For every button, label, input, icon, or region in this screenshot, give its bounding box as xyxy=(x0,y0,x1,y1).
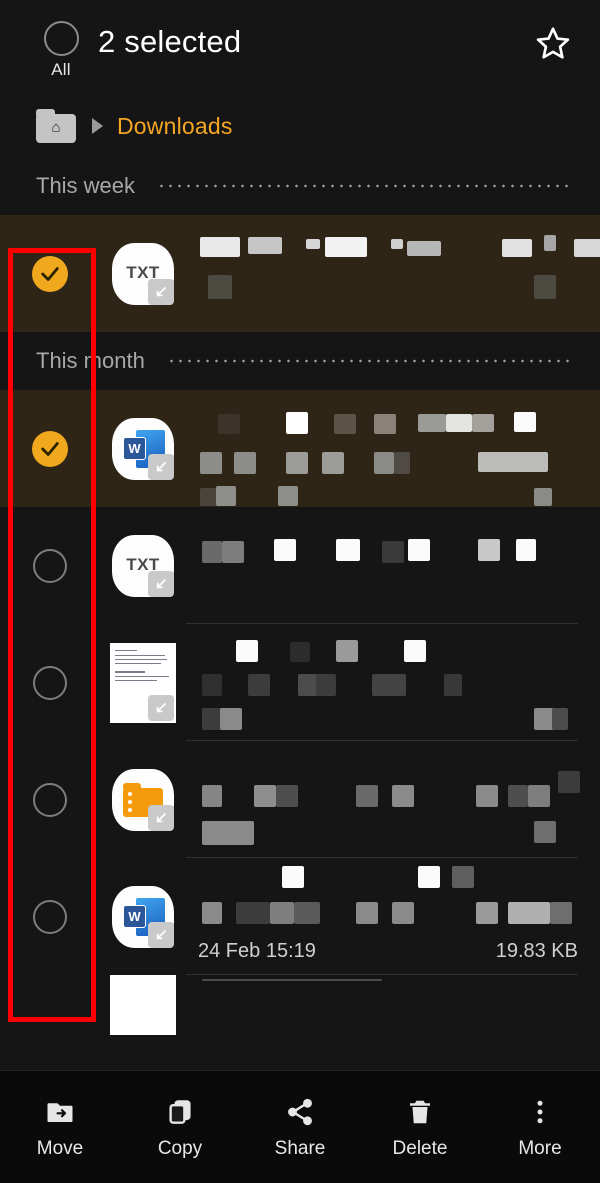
file-name-redacted xyxy=(186,975,600,1035)
delete-button[interactable]: Delete xyxy=(360,1095,480,1160)
file-type-icon xyxy=(100,642,186,723)
home-folder-icon[interactable]: ⌂ xyxy=(36,109,76,143)
trash-icon xyxy=(405,1095,435,1129)
circle-unchecked-icon[interactable] xyxy=(33,782,67,817)
file-name-redacted xyxy=(186,390,600,507)
file-type-icon: TXT xyxy=(100,242,186,305)
more-vertical-icon xyxy=(525,1095,555,1129)
file-date: 24 Feb 15:19 xyxy=(198,940,316,962)
word-document-icon: W xyxy=(112,885,174,948)
copy-button[interactable]: Copy xyxy=(120,1095,240,1160)
delete-label: Delete xyxy=(392,1137,448,1159)
share-button[interactable]: Share xyxy=(240,1095,360,1160)
expand-badge-icon xyxy=(148,694,174,721)
copy-icon xyxy=(165,1095,195,1129)
row-checkbox[interactable] xyxy=(0,899,100,934)
row-checkbox[interactable] xyxy=(0,255,100,292)
expand-badge-icon xyxy=(148,804,174,831)
file-manager-screen: All 2 selected ⌂ Downloads This week TXT… xyxy=(0,0,600,1183)
row-checkbox[interactable] xyxy=(0,665,100,700)
file-type-icon xyxy=(100,768,186,831)
circle-unchecked-icon[interactable] xyxy=(33,548,67,583)
file-size: 19.83 KB xyxy=(495,940,578,962)
list-item-partial[interactable] xyxy=(0,975,600,1035)
breadcrumb: ⌂ Downloads xyxy=(0,95,600,157)
txt-file-icon: TXT xyxy=(112,534,174,597)
action-toolbar: Move Copy Share Delete More xyxy=(0,1070,600,1183)
select-all-label: All xyxy=(51,60,71,79)
dotted-separator xyxy=(157,184,570,188)
move-to-folder-icon xyxy=(45,1095,75,1129)
star-outline-icon[interactable] xyxy=(534,24,572,62)
dotted-separator xyxy=(166,359,570,363)
list-item[interactable]: TXT xyxy=(0,507,600,624)
page-title: 2 selected xyxy=(98,24,242,59)
share-label: Share xyxy=(274,1137,326,1159)
move-label: Move xyxy=(36,1137,84,1159)
word-document-icon: W xyxy=(112,417,174,480)
circle-checked-icon[interactable] xyxy=(32,255,68,292)
file-name-redacted xyxy=(186,624,600,741)
row-checkbox[interactable] xyxy=(0,548,100,583)
section-label: This month xyxy=(36,348,145,373)
txt-file-icon: TXT xyxy=(112,242,174,305)
expand-badge-icon xyxy=(148,570,174,597)
list-item[interactable] xyxy=(0,741,600,858)
row-checkbox[interactable] xyxy=(0,430,100,467)
list-item[interactable]: W 24 Feb 15:19 19.83 KB xyxy=(0,858,600,975)
list-item[interactable]: TXT xyxy=(0,215,600,332)
document-thumbnail-icon xyxy=(110,975,176,1035)
more-label: More xyxy=(518,1137,562,1159)
section-label: This week xyxy=(36,173,136,198)
select-all-control[interactable]: All xyxy=(31,21,91,80)
word-letter: W xyxy=(123,436,146,460)
circle-checked-icon[interactable] xyxy=(32,430,68,467)
row-checkbox[interactable] xyxy=(0,782,100,817)
file-type-icon xyxy=(100,975,186,1035)
breadcrumb-current[interactable]: Downloads xyxy=(117,113,233,140)
list-item[interactable] xyxy=(0,624,600,741)
expand-badge-icon xyxy=(148,278,174,305)
more-button[interactable]: More xyxy=(480,1095,600,1160)
expand-badge-icon xyxy=(148,453,174,480)
selection-header: All 2 selected xyxy=(0,0,600,95)
file-name-redacted xyxy=(186,215,600,332)
file-type-icon: W xyxy=(100,417,186,480)
file-name-redacted xyxy=(186,741,600,858)
list-item[interactable]: W xyxy=(0,390,600,507)
zip-folder-icon xyxy=(112,768,174,831)
file-row-details: 24 Feb 15:19 19.83 KB xyxy=(186,858,600,975)
circle-unchecked-icon[interactable] xyxy=(43,21,79,56)
file-name-redacted xyxy=(186,507,600,624)
triangle-right-icon xyxy=(92,118,103,134)
section-header-this-week: This week xyxy=(0,157,600,215)
circle-unchecked-icon[interactable] xyxy=(33,899,67,934)
expand-badge-icon xyxy=(148,921,174,948)
share-icon xyxy=(285,1095,315,1129)
file-type-icon: W xyxy=(100,885,186,948)
move-button[interactable]: Move xyxy=(0,1095,120,1160)
word-letter: W xyxy=(123,904,146,928)
section-header-this-month: This month xyxy=(0,332,600,390)
document-thumbnail-icon xyxy=(110,642,176,723)
circle-unchecked-icon[interactable] xyxy=(33,665,67,700)
file-type-icon: TXT xyxy=(100,534,186,597)
copy-label: Copy xyxy=(157,1137,203,1159)
